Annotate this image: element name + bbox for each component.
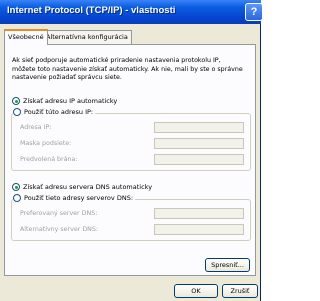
cancel-button[interactable]: Zrušiť [222, 284, 258, 298]
dns-manual-label: Použiť tieto adresy serverov DNS: [24, 194, 134, 202]
ip-address-label: Adresa IP: [20, 124, 52, 131]
alternate-dns-field [154, 224, 244, 235]
ip-manual-label: Použiť túto adresu IP: [24, 108, 94, 116]
dns-auto-label: Získať adresu servera DNS automaticky [23, 183, 153, 191]
ip-auto-radio[interactable] [12, 97, 20, 105]
intro-line: môžete toto nastavenie získať automatick… [12, 65, 243, 73]
window-title: Internet Protocol (TCP/IP) - vlastnosti [7, 5, 176, 16]
preferred-dns-label: Preferovaný server DNS: [20, 210, 98, 217]
ip-manual-radio[interactable] [13, 108, 21, 116]
tab-alternate-config[interactable]: Alternatívna konfigurácia [42, 30, 132, 44]
title-bar[interactable]: Internet Protocol (TCP/IP) - vlastnosti … [0, 0, 263, 24]
default-gateway-field [154, 154, 244, 165]
dns-manual-option[interactable]: Použiť tieto adresy serverov DNS: [13, 194, 136, 202]
ip-address-field [154, 122, 244, 133]
dns-auto-option[interactable]: Získať adresu servera DNS automaticky [12, 183, 152, 191]
subnet-mask-field [154, 138, 244, 149]
intro-line: Ak sieť podporuje automatické priradenie… [12, 57, 221, 64]
dns-auto-radio[interactable] [12, 183, 20, 191]
intro-line: nastavenie požiadať správcu siete. [12, 74, 122, 81]
ip-auto-option[interactable]: Získať adresu IP automaticky [12, 97, 117, 105]
tab-panel-general: Ak sieť podporuje automatické priradenie… [4, 44, 256, 276]
alternate-dns-label: Alternatívny server DNS: [20, 226, 99, 233]
ip-auto-label: Získať adresu IP automaticky [23, 97, 118, 105]
intro-text: Ak sieť podporuje automatické priradenie… [12, 57, 252, 83]
dialog-window: Internet Protocol (TCP/IP) - vlastnosti … [0, 0, 263, 301]
advanced-button[interactable]: Spresniť... [205, 258, 250, 272]
dns-manual-group: Použiť tieto adresy serverov DNS: Prefer… [11, 194, 251, 241]
ip-manual-option[interactable]: Použiť túto adresu IP: [13, 108, 96, 116]
ip-manual-group: Použiť túto adresu IP: Adresa IP: Maska … [11, 108, 251, 171]
ok-button[interactable]: OK [174, 284, 218, 298]
help-button[interactable]: ? [245, 3, 263, 21]
tab-general[interactable]: Všeobecné [4, 29, 48, 45]
dns-manual-radio[interactable] [13, 194, 21, 202]
subnet-mask-label: Maska podsiete: [20, 140, 72, 147]
default-gateway-label: Predvolená brána: [20, 156, 78, 163]
preferred-dns-field [154, 208, 244, 219]
